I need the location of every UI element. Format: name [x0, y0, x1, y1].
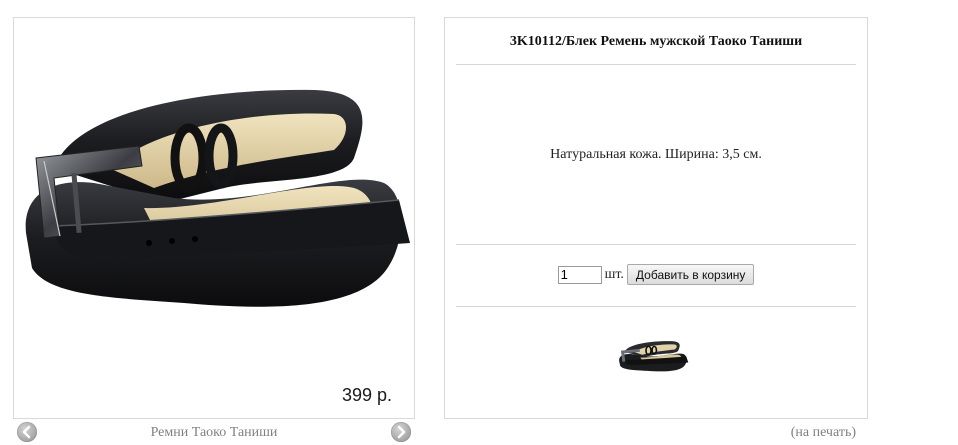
category-link[interactable]: Ремни Таоко Таниши — [13, 425, 415, 441]
divider — [456, 64, 856, 65]
divider — [456, 244, 856, 245]
add-to-cart-button[interactable]: Добавить в корзину — [626, 264, 755, 285]
product-title: 3K10112/Блек Ремень мужской Таоко Таниши — [509, 34, 803, 49]
quantity-unit: шт. — [604, 266, 624, 282]
product-info-panel: 3K10112/Блек Ремень мужской Таоко Таниши… — [444, 17, 868, 419]
product-image[interactable] — [14, 18, 414, 418]
chevron-right-icon[interactable] — [391, 422, 411, 442]
divider — [456, 306, 856, 307]
product-image-panel: 399 р. — [13, 17, 415, 419]
product-price: 399 р. — [341, 385, 392, 405]
product-description: Натуральная кожа. Ширина: 3,5 см. — [550, 147, 762, 162]
print-link[interactable]: (на печать) — [791, 425, 856, 441]
product-thumbnail[interactable] — [617, 331, 689, 387]
quantity-input[interactable] — [557, 265, 602, 284]
order-row: шт. Добавить в корзину — [445, 264, 867, 285]
product-navigation: Ремни Таоко Таниши — [13, 420, 415, 445]
